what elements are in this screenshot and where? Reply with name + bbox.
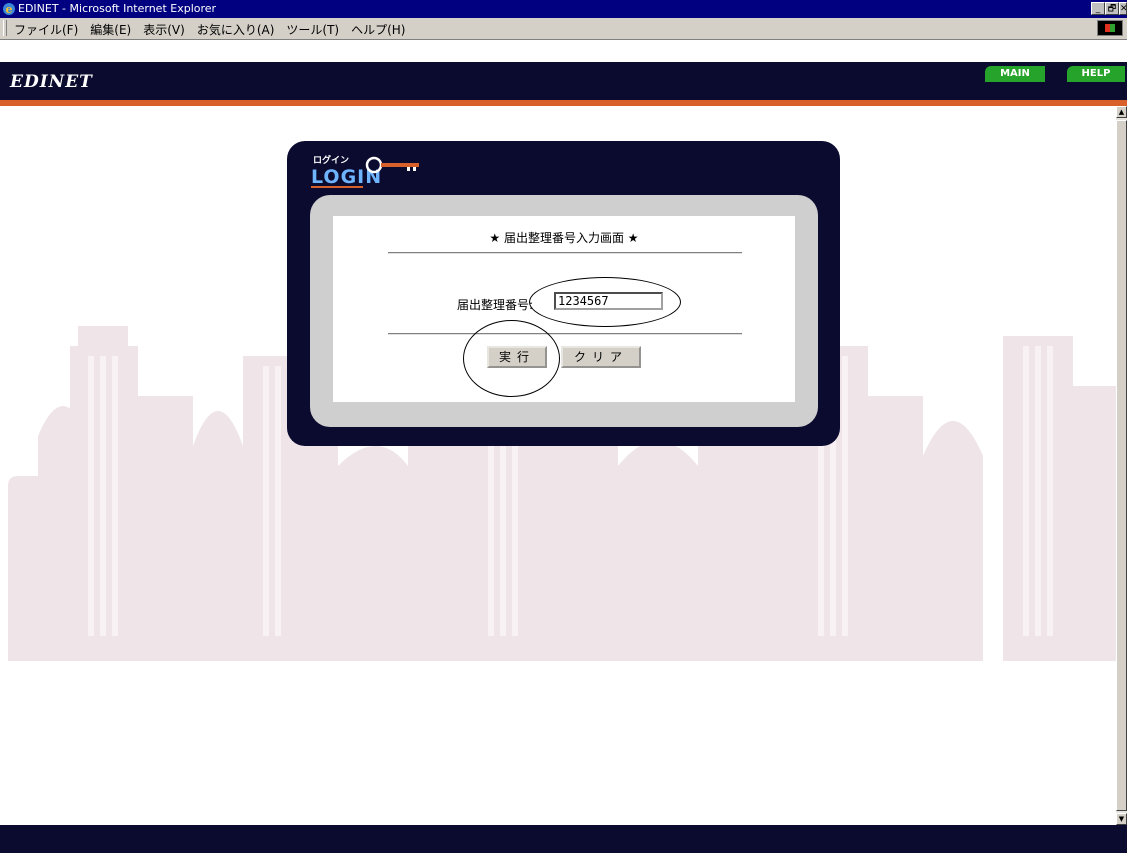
site-header: EDINET MAIN HELP [0, 62, 1127, 100]
scroll-up-arrow-icon[interactable]: ▲ [1116, 106, 1127, 118]
login-frame: ★ 届出整理番号入力画面 ★ 届出整理番号: 実行 クリア [310, 195, 818, 427]
minimize-button[interactable]: _ [1091, 2, 1105, 15]
close-button[interactable]: ✕ [1119, 2, 1127, 15]
toolbar-grip[interactable] [3, 20, 7, 36]
login-logo-kana: ログイン [313, 154, 349, 166]
menu-view[interactable]: 表示(V) [143, 21, 185, 38]
execute-button[interactable]: 実行 [487, 346, 547, 368]
menu-tools[interactable]: ツール(T) [286, 21, 339, 38]
menu-edit[interactable]: 編集(E) [90, 21, 131, 38]
scroll-down-arrow-icon[interactable]: ▼ [1116, 813, 1127, 825]
window-title: EDINET - Microsoft Internet Explorer [18, 2, 217, 15]
site-logo: EDINET [10, 72, 93, 92]
ie-icon: e [3, 3, 15, 16]
restore-button[interactable]: 🗗 [1105, 2, 1119, 15]
divider-top [388, 252, 742, 254]
scroll-thumb[interactable] [1116, 120, 1127, 811]
menu-bar: ファイル(F) 編集(E) 表示(V) お気に入り(A) ツール(T) ヘルプ(… [0, 18, 1127, 40]
form-title: ★ 届出整理番号入力画面 ★ [489, 231, 639, 245]
divider-bottom [388, 333, 742, 335]
windows-logo-icon [1097, 20, 1123, 36]
window-titlebar: e EDINET - Microsoft Internet Explorer _… [0, 0, 1127, 18]
clear-button[interactable]: クリア [561, 346, 641, 368]
page-footer [0, 825, 1127, 853]
menu-file[interactable]: ファイル(F) [14, 21, 78, 38]
login-logo: ログイン LOGIN [311, 154, 419, 188]
menu-favorites[interactable]: お気に入り(A) [197, 21, 275, 38]
filing-number-input[interactable] [554, 292, 663, 310]
filing-number-label: 届出整理番号: [457, 298, 534, 312]
login-logo-text: LOGIN [311, 166, 382, 188]
login-panel: ログイン LOGIN ★ 届出整理番号入力画面 ★ 届出整理番号: 実行 クリア [287, 141, 840, 446]
main-button[interactable]: MAIN [985, 66, 1045, 82]
svg-text:e: e [6, 3, 13, 16]
login-form: ★ 届出整理番号入力画面 ★ 届出整理番号: 実行 クリア [333, 216, 795, 402]
help-button[interactable]: HELP [1067, 66, 1125, 82]
menu-help[interactable]: ヘルプ(H) [351, 21, 405, 38]
vertical-scrollbar[interactable]: ▲ ▼ [1116, 106, 1127, 825]
